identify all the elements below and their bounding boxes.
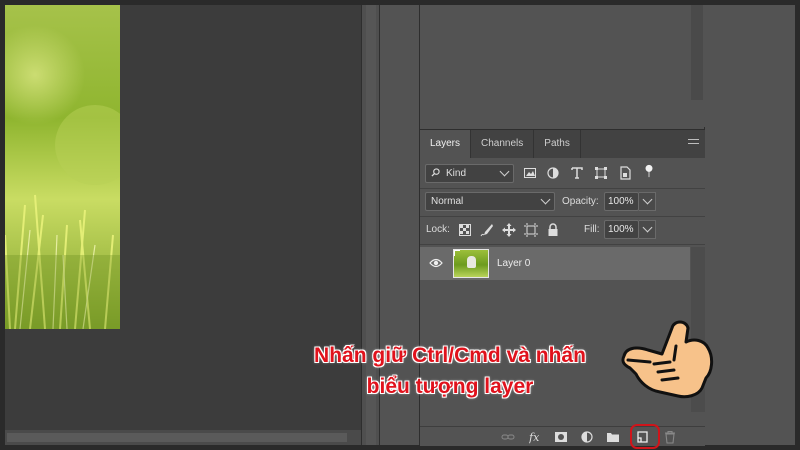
chevron-down-icon [642,194,653,205]
type-filter-icon[interactable] [570,166,584,180]
chevron-down-icon [642,222,653,233]
blend-mode-select[interactable]: Normal [425,192,555,211]
panel-menu-icon[interactable] [688,139,699,148]
canvas-horizontal-scrollbar[interactable] [5,430,361,445]
shape-filter-icon[interactable] [594,166,608,180]
kind-filter-label: Kind [446,168,467,179]
filter-row: Kind [420,162,705,189]
trash-icon[interactable] [663,430,677,444]
layer-name[interactable]: Layer 0 [497,247,530,280]
fill-label: Fill: [584,224,600,235]
chevron-down-icon [499,166,510,177]
fill-dropdown[interactable] [639,220,656,239]
lock-position-icon[interactable] [502,223,516,237]
pixel-filter-icon[interactable] [523,166,537,180]
instruction-line-1: Nhấn giữ Ctrl/Cmd và nhấn [314,344,586,367]
kind-filter-select[interactable]: Kind [425,164,514,183]
folder-icon[interactable] [606,430,620,444]
thumbnail-subject [467,256,476,268]
instruction-line-2: biểu tượng layer [366,375,534,398]
search-icon [431,168,440,177]
adjustment-filter-icon[interactable] [546,166,560,180]
upper-panel [420,5,705,127]
eye-icon[interactable] [429,258,443,268]
chevron-down-icon [540,194,551,205]
new-layer-highlight [630,424,660,449]
lock-row: Lock: Fill: 100% [420,218,705,245]
mask-icon[interactable] [554,430,568,444]
blend-row: Normal Opacity: 100% [420,190,705,217]
tab-channels[interactable]: Channels [471,130,535,158]
fill-field[interactable]: 100% [604,220,639,239]
adjustment-icon[interactable] [580,430,594,444]
opacity-label: Opacity: [562,196,599,207]
thumbnail-corner-mark [454,250,460,256]
svg-text:fx: fx [529,431,540,444]
opacity-dropdown[interactable] [639,192,656,211]
blend-mode-value: Normal [431,196,464,207]
lock-all-icon[interactable] [546,223,560,237]
upper-panel-scrollbar[interactable] [691,5,703,100]
tab-paths[interactable]: Paths [534,130,581,158]
filter-toggle-icon[interactable] [642,164,656,178]
lock-artboard-icon[interactable] [524,223,538,237]
link-icon[interactable] [501,430,515,444]
tab-layers[interactable]: Layers [420,130,472,158]
opacity-field[interactable]: 100% [604,192,639,211]
lock-transparent-pixels-icon[interactable] [458,223,472,237]
pointing-hand-icon [621,320,714,399]
smart-object-filter-icon[interactable] [618,166,632,180]
instruction-annotation: Nhấn giữ Ctrl/Cmd và nhấn biểu tượng lay… [270,340,630,402]
lock-label: Lock: [426,224,450,235]
fx-icon[interactable]: fx [529,430,543,444]
layer-thumbnail[interactable] [453,249,489,278]
layer-row[interactable]: Layer 0 [420,247,690,280]
panel-tabbar: Layers Channels Paths [420,130,705,158]
layers-bottom-bar: fx [420,426,705,446]
canvas-image [5,5,120,329]
lock-image-pixels-icon[interactable] [480,223,494,237]
